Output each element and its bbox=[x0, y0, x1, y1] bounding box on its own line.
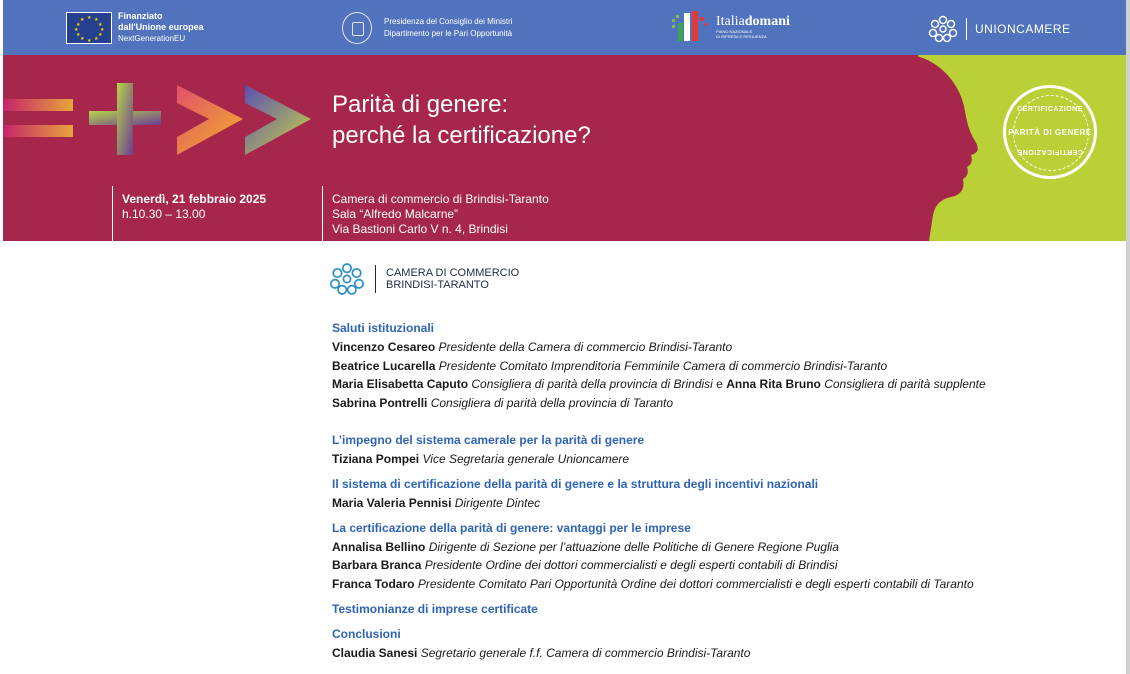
title-line2: perché la certificazione? bbox=[332, 122, 591, 149]
speaker-name: Annalisa Bellino bbox=[332, 540, 426, 554]
seal-mid-text: PARITÀ DI GENERE bbox=[1008, 128, 1092, 137]
unioncamere-logo: UNIONCAMERE bbox=[928, 15, 1071, 43]
speaker-role: Presidente Ordine dei dottori commercial… bbox=[424, 558, 838, 572]
speaker-line: Tiziana Pompei Vice Segretaria generale … bbox=[332, 450, 629, 469]
speaker-line: Vincenzo Cesareo Presidente della Camera… bbox=[332, 338, 732, 357]
speaker-role: Consigliera di parità della provincia di… bbox=[471, 377, 713, 391]
conjunction: e bbox=[716, 377, 723, 391]
section-title-saluti: Saluti istituzionali bbox=[332, 321, 435, 335]
speaker-name: Claudia Sanesi bbox=[332, 646, 418, 660]
speaker-role: Presidente Comitato Imprenditoria Femmin… bbox=[438, 359, 888, 373]
eu-line2: dall'Unione europea bbox=[118, 22, 204, 32]
speaker-line: Beatrice Lucarella Presidente Comitato I… bbox=[332, 357, 887, 376]
face-profile-icon bbox=[883, 55, 978, 241]
italiadomani-logo: Italiadomani PIANO NAZIONALE DI RIPRESA … bbox=[668, 9, 790, 45]
speaker-role: Vice Segretaria generale Unioncamere bbox=[422, 452, 630, 466]
viewer-edge bbox=[1126, 0, 1130, 674]
speaker-name: Beatrice Lucarella bbox=[332, 359, 436, 373]
speaker-name: Tiziana Pompei bbox=[332, 452, 420, 466]
event-date: Venerdì, 21 febbraio 2025 h.10.30 – 13.0… bbox=[122, 192, 266, 222]
venue-line3: Via Bastioni Carlo V n. 4, Brindisi bbox=[332, 222, 508, 236]
speaker-name: Barbara Branca bbox=[332, 558, 422, 572]
logo-bar: ★ ★ ★ ★ ★ ★ ★ ★ ★ ★ ★ ★ Finanziato dall'… bbox=[3, 0, 1126, 55]
speaker-line: Annalisa Bellino Dirigente di Sezione pe… bbox=[332, 538, 839, 557]
speaker-name: Sabrina Pontrelli bbox=[332, 396, 428, 410]
italiadomani-mark-icon bbox=[672, 11, 707, 41]
section-title-impegno: L’impegno del sistema camerale per la pa… bbox=[332, 433, 645, 447]
speaker-line: Barbara Branca Presidente Ordine dei dot… bbox=[332, 556, 838, 575]
title-line1: Parità di genere: bbox=[332, 91, 509, 118]
italia-sub2: DI RIPRESA E RESILIENZA bbox=[716, 34, 767, 39]
speaker-line: Maria Elisabetta Caputo Consigliera di p… bbox=[332, 375, 986, 394]
unioncamere-label: UNIONCAMERE bbox=[975, 22, 1071, 36]
speaker-role: Dirigente Dintec bbox=[454, 496, 541, 510]
speaker-name: Franca Todaro bbox=[332, 577, 415, 591]
speaker-line: Claudia Sanesi Segretario generale f.f. … bbox=[332, 644, 750, 663]
speaker-role: Consigliera di parità supplente bbox=[824, 377, 986, 391]
date-text: Venerdì, 21 febbraio 2025 bbox=[122, 192, 267, 206]
speaker-role: Consigliera di parità della provincia di… bbox=[430, 396, 674, 410]
speaker-line: Sabrina Pontrelli Consigliera di parità … bbox=[332, 394, 673, 413]
eu-flag-icon: ★ ★ ★ ★ ★ ★ ★ ★ ★ ★ ★ ★ bbox=[66, 11, 112, 44]
eu-line1: Finanziato bbox=[118, 11, 163, 21]
pcm-line2: Dipartimento per le Pari Opportunità bbox=[384, 29, 513, 38]
eu-line3: NextGenerationEU bbox=[118, 34, 186, 43]
speaker-line: Franca Todaro Presidente Comitato Pari O… bbox=[332, 575, 974, 594]
ccia-line2: BRINDISI-TARANTO bbox=[386, 279, 489, 291]
equation-graphic-icon bbox=[3, 83, 311, 155]
ccia-line1: CAMERA DI COMMERCIO bbox=[386, 267, 520, 279]
section-title-testimonianze: Testimonianze di imprese certificate bbox=[332, 602, 538, 616]
camera-commercio-mark-icon bbox=[329, 263, 365, 295]
italian-emblem-icon bbox=[342, 12, 372, 44]
section-title-conclusioni: Conclusioni bbox=[332, 627, 401, 641]
speaker-role: Presidente della Camera di commercio Bri… bbox=[438, 340, 733, 354]
section-title-vantaggi: La certificazione della parità di genere… bbox=[332, 521, 691, 535]
document-page: ★ ★ ★ ★ ★ ★ ★ ★ ★ ★ ★ ★ Finanziato dall'… bbox=[0, 0, 1126, 674]
domani-word: domani bbox=[744, 14, 790, 29]
certification-seal-icon: CERTIFICAZIONE PARITÀ DI GENERE CERTIFIC… bbox=[1003, 85, 1097, 179]
speaker-line: Maria Valeria Pennisi Dirigente Dintec bbox=[332, 494, 540, 513]
section-title-sistema: Il sistema di certificazione della parit… bbox=[332, 477, 819, 491]
speaker-role: Dirigente di Sezione per l’attuazione de… bbox=[428, 540, 839, 554]
eu-logo: ★ ★ ★ ★ ★ ★ ★ ★ ★ ★ ★ ★ Finanziato dall'… bbox=[66, 11, 204, 44]
seal-bottom-text: CERTIFICAZIONE bbox=[1017, 148, 1083, 155]
camera-commercio-logo: CAMERA DI COMMERCIO BRINDISI-TARANTO bbox=[329, 262, 519, 296]
header-band: Parità di genere: perché la certificazio… bbox=[3, 55, 1126, 241]
event-venue: Camera di commercio di Brindisi-Taranto … bbox=[332, 192, 549, 237]
time-text: h.10.30 – 13.00 bbox=[122, 207, 206, 221]
pcm-line1: Presidenza del Consiglio dei Ministri bbox=[384, 17, 513, 26]
pcm-logo: Presidenza del Consiglio dei Ministri Di… bbox=[342, 12, 513, 44]
speaker-name: Anna Rita Bruno bbox=[726, 377, 821, 391]
speaker-role: Presidente Comitato Pari Opportunità Ord… bbox=[417, 577, 974, 591]
unioncamere-mark-icon bbox=[928, 15, 958, 43]
speaker-name: Maria Valeria Pennisi bbox=[332, 496, 452, 510]
venue-line2: Sala “Alfredo Malcarne” bbox=[332, 207, 459, 221]
italia-word: Italia bbox=[716, 14, 745, 29]
speaker-role: Segretario generale f.f. Camera di comme… bbox=[420, 646, 751, 660]
speaker-name: Maria Elisabetta Caputo bbox=[332, 377, 469, 391]
event-title: Parità di genere: perché la certificazio… bbox=[332, 89, 591, 151]
speaker-name: Vincenzo Cesareo bbox=[332, 340, 436, 354]
seal-top-text: CERTIFICAZIONE bbox=[1017, 106, 1083, 113]
venue-line1: Camera di commercio di Brindisi-Taranto bbox=[332, 192, 549, 206]
